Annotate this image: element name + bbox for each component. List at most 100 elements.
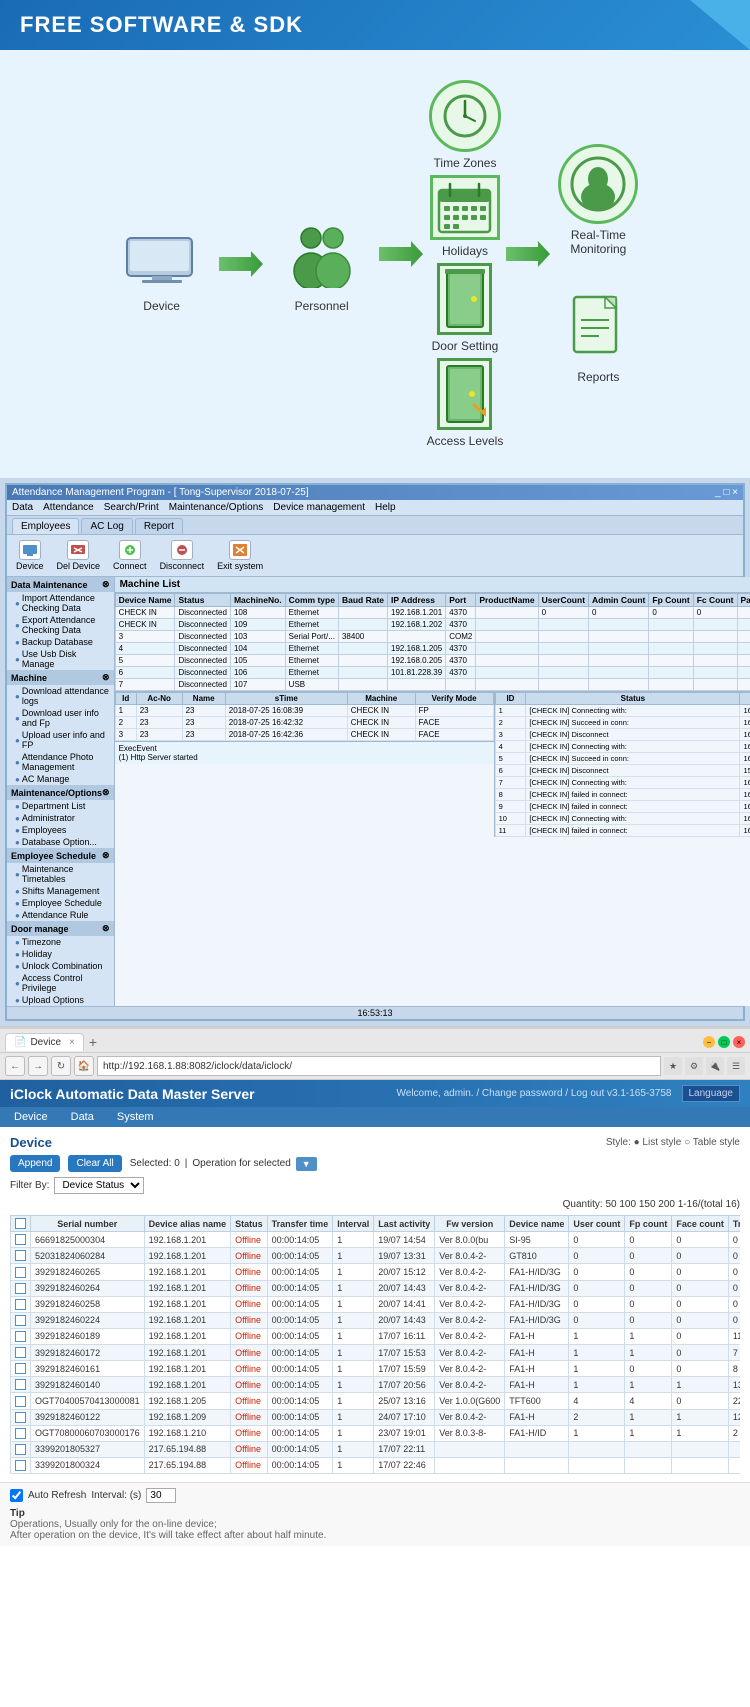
browser-minimize-button[interactable]: − [703,1036,715,1048]
device-row-checkbox-0[interactable] [11,1232,31,1248]
menu-data[interactable]: Data [12,502,33,513]
clear-all-button[interactable]: Clear All [68,1155,121,1172]
row-checkbox[interactable] [15,1379,26,1390]
browser-back-button[interactable]: ← [5,1056,25,1076]
report-tab[interactable]: Report [135,518,183,534]
browser-new-tab-button[interactable]: + [84,1032,102,1052]
browser-menu-icon[interactable]: ☰ [727,1057,745,1075]
iclock-nav-system[interactable]: System [113,1109,158,1125]
append-button[interactable]: Append [10,1155,60,1172]
browser-forward-button[interactable]: → [28,1056,48,1076]
device-table-row[interactable]: 3929182460122192.168.1.209Offline00:00:1… [11,1409,741,1425]
device-row-checkbox-5[interactable] [11,1312,31,1328]
device-table-row[interactable]: 3929182460224192.168.1.201Offline00:00:1… [11,1312,741,1328]
disconnect-toolbar-btn[interactable]: Disconnect [156,538,209,573]
row-checkbox[interactable] [15,1299,26,1310]
employees-tab[interactable]: Employees [12,518,79,534]
sidebar-section-employee-schedule[interactable]: Employee Schedule ⊗ [7,848,114,863]
sidebar-section-door[interactable]: Door manage ⊗ [7,921,114,936]
exit-toolbar-btn[interactable]: Exit system [213,538,267,573]
style-toggle[interactable]: Style: ● List style ○ Table style [606,1137,740,1148]
device-row-checkbox-14[interactable] [11,1457,31,1473]
device-row-checkbox-12[interactable] [11,1425,31,1441]
connect-toolbar-btn[interactable]: Connect [109,538,151,573]
sidebar-employees[interactable]: ●Employees [7,824,114,836]
select-all-checkbox[interactable] [15,1218,26,1229]
machine-table-container[interactable]: Device Name Status MachineNo. Comm type … [115,593,750,691]
operation-dropdown[interactable]: ▼ [296,1157,317,1171]
sidebar-shifts-mgmt[interactable]: ●Shifts Management [7,885,114,897]
sidebar-ac-manage[interactable]: ●AC Manage [7,773,114,785]
row-checkbox[interactable] [15,1283,26,1294]
device-table-row[interactable]: OGT70400570413000081192.168.1.205Offline… [11,1393,741,1409]
row-checkbox[interactable] [15,1250,26,1261]
device-row-checkbox-2[interactable] [11,1264,31,1280]
aclog-tab[interactable]: AC Log [81,518,132,534]
sidebar-access-priv[interactable]: ●Access Control Privilege [7,972,114,994]
menu-attendance[interactable]: Attendance [43,502,94,513]
sidebar-download-user[interactable]: ●Download user info and Fp [7,707,114,729]
del-device-toolbar-btn[interactable]: Del Device [53,538,105,573]
sidebar-unlock-combo[interactable]: ●Unlock Combination [7,960,114,972]
row-checkbox[interactable] [15,1331,26,1342]
menu-maintenance[interactable]: Maintenance/Options [169,502,264,513]
device-row-checkbox-3[interactable] [11,1280,31,1296]
device-row-checkbox-13[interactable] [11,1441,31,1457]
language-dropdown[interactable]: Language [682,1085,741,1102]
row-checkbox[interactable] [15,1412,26,1423]
device-row-checkbox-8[interactable] [11,1361,31,1377]
row-checkbox[interactable] [15,1267,26,1278]
device-table-row[interactable]: 3929182460172192.168.1.201Offline00:00:1… [11,1345,741,1361]
sidebar-holiday[interactable]: ●Holiday [7,948,114,960]
browser-home-button[interactable]: 🏠 [74,1056,94,1076]
browser-close-button[interactable]: × [733,1036,745,1048]
menu-help[interactable]: Help [375,502,396,513]
device-toolbar-btn[interactable]: Device [12,538,48,573]
interval-input[interactable] [146,1488,176,1503]
row-checkbox[interactable] [15,1347,26,1358]
device-table-row[interactable]: 3399201805327217.65.194.88Offline00:00:1… [11,1441,741,1457]
browser-extensions-icon[interactable]: 🔌 [706,1057,724,1075]
sidebar-upload-user[interactable]: ●Upload user info and FP [7,729,114,751]
sidebar-admin[interactable]: ●Administrator [7,812,114,824]
sidebar-emp-schedule[interactable]: ●Employee Schedule [7,897,114,909]
device-table-row[interactable]: 3929182460265192.168.1.201Offline00:00:1… [11,1264,741,1280]
browser-settings-icon[interactable]: ⚙ [685,1057,703,1075]
device-row-checkbox-11[interactable] [11,1409,31,1425]
iclock-nav-data[interactable]: Data [67,1109,98,1125]
device-row-checkbox-9[interactable] [11,1377,31,1393]
device-row-checkbox-6[interactable] [11,1328,31,1344]
row-checkbox[interactable] [15,1234,26,1245]
device-row-checkbox-10[interactable] [11,1393,31,1409]
sidebar-att-rule[interactable]: ●Attendance Rule [7,909,114,921]
sidebar-timezone[interactable]: ●Timezone [7,936,114,948]
sidebar-photo-mgmt[interactable]: ●Attendance Photo Management [7,751,114,773]
sidebar-section-data-maintenance[interactable]: Data Maintenance ⊗ [7,577,114,592]
sidebar-download-logs[interactable]: ●Download attendance logs [7,685,114,707]
filter-select[interactable]: Device Status [54,1177,144,1194]
device-table-container[interactable]: Serial number Device alias name Status T… [10,1215,740,1474]
row-checkbox[interactable] [15,1428,26,1439]
device-table-row[interactable]: 3399201800324217.65.194.88Offline00:00:1… [11,1457,741,1473]
device-row-checkbox-4[interactable] [11,1296,31,1312]
device-table-row[interactable]: 3929182460258192.168.1.201Offline00:00:1… [11,1296,741,1312]
device-row-checkbox-1[interactable] [11,1248,31,1264]
device-table-row[interactable]: 66691825000304192.168.1.201Offline00:00:… [11,1232,741,1248]
browser-refresh-button[interactable]: ↻ [51,1056,71,1076]
sidebar-timetables[interactable]: ●Maintenance Timetables [7,863,114,885]
sidebar-usb-disk[interactable]: ●Use Usb Disk Manage [7,648,114,670]
row-checkbox[interactable] [15,1315,26,1326]
sidebar-backup-db[interactable]: ●Backup Database [7,636,114,648]
sidebar-section-machine[interactable]: Machine ⊗ [7,670,114,685]
row-checkbox[interactable] [15,1444,26,1455]
sidebar-import-attendance[interactable]: ●Import Attendance Checking Data [7,592,114,614]
row-checkbox[interactable] [15,1396,26,1407]
menu-device-mgmt[interactable]: Device management [273,502,365,513]
browser-active-tab[interactable]: 📄 Device × [5,1033,84,1051]
sidebar-export-attendance[interactable]: ●Export Attendance Checking Data [7,614,114,636]
sidebar-section-maintenance[interactable]: Maintenance/Options ⊗ [7,785,114,800]
device-table-row[interactable]: 3929182460264192.168.1.201Offline00:00:1… [11,1280,741,1296]
browser-url-input[interactable] [97,1056,661,1076]
iclock-nav-device[interactable]: Device [10,1109,52,1125]
browser-bookmark-icon[interactable]: ★ [664,1057,682,1075]
